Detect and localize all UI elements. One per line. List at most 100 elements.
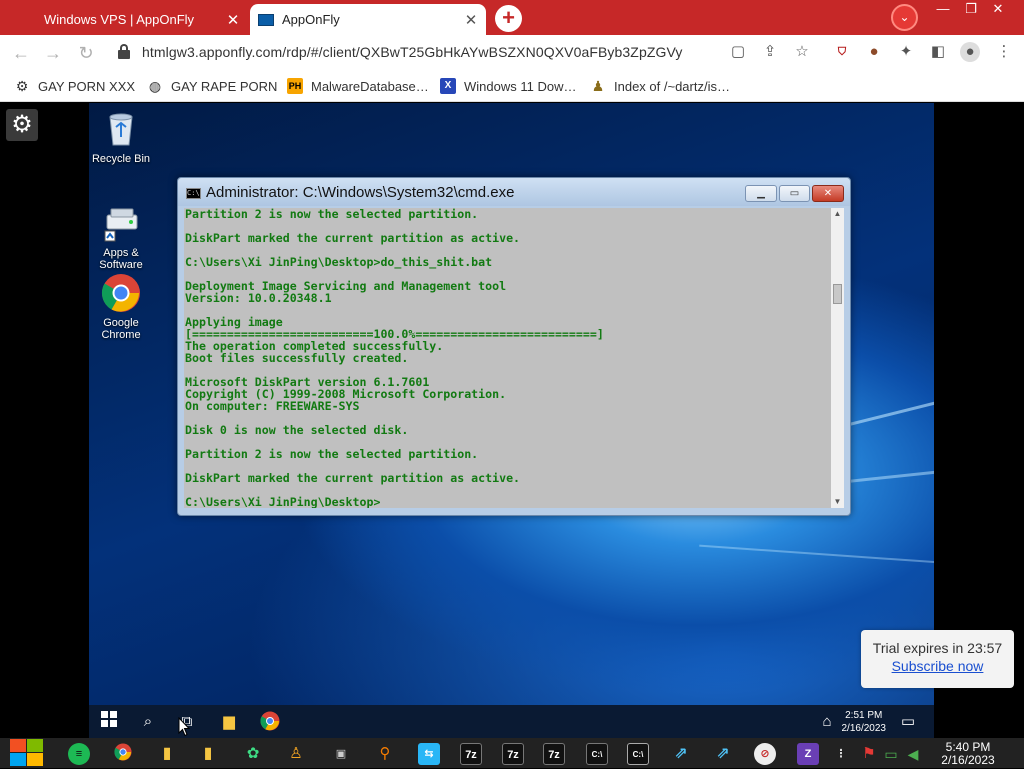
app-arrow-icon[interactable]: ⇗ <box>670 743 692 765</box>
browser-toolbar: ← → ↻ htmlgw3.apponfly.com/rdp/#/client/… <box>0 35 1024 70</box>
forward-arrow-icon[interactable]: → <box>42 42 64 64</box>
recycle-bin-icon <box>101 109 141 149</box>
file-explorer-icon[interactable]: ▆ <box>218 711 240 733</box>
bookmark-star-icon[interactable]: ☆ <box>792 42 812 62</box>
bookmark-item[interactable]: PH MalwareDatabase… <box>287 77 429 95</box>
gear-icon[interactable]: ⚙ <box>6 109 38 141</box>
folder-icon[interactable]: ▮ <box>156 743 178 765</box>
tab-search-chevron-icon[interactable]: ⌄ <box>891 4 918 31</box>
browser-tab-strip: Windows VPS | AppOnFly ✕ AppOnFly ✕ + ⌄ … <box>0 0 1024 35</box>
ph-icon: PH <box>287 78 303 94</box>
search-tool-icon[interactable]: ⚲ <box>374 743 396 765</box>
bookmark-item[interactable]: ♟ Index of /~dartz/is… <box>590 77 730 95</box>
menu-kebab-icon[interactable]: ⋮ <box>994 42 1014 62</box>
ublock-icon[interactable]: ⛉ <box>832 42 852 62</box>
close-window-button[interactable]: ✕ <box>982 0 1014 18</box>
folder-icon[interactable]: ▮ <box>197 743 219 765</box>
windows-start-icon[interactable] <box>98 711 120 733</box>
notifications-icon[interactable]: ▭ <box>897 711 919 733</box>
close-tab-icon[interactable]: ✕ <box>224 11 242 29</box>
scrollbar-thumb[interactable] <box>833 284 842 304</box>
cmd-titlebar[interactable]: C:\ Administrator: C:\Windows\System32\c… <box>178 178 850 206</box>
bookmark-item[interactable]: ⚙ GAY PORN XXX <box>14 77 135 95</box>
desktop-icon-apps-software[interactable]: Apps & Software <box>89 203 153 271</box>
bookmark-label: Index of /~dartz/is… <box>614 78 730 94</box>
search-icon[interactable]: ⌕ <box>137 711 159 733</box>
bookmark-item[interactable]: X Windows 11 Dow… <box>440 77 576 95</box>
console-line: C:\Users\Xi JinPing\Desktop>do_this_shit… <box>185 255 493 269</box>
remote-taskbar: ⌕ ⧉ ▆ ⌂ 2:51 PM 2/16/2023 ▭ <box>89 705 934 738</box>
lock-icon[interactable] <box>118 44 130 60</box>
computer-icon[interactable]: ▣ <box>330 743 352 765</box>
tab-apponfly[interactable]: AppOnFly ✕ <box>250 4 486 35</box>
host-clock[interactable]: 5:40 PM 2/16/2023 <box>938 741 998 767</box>
network-monitor-icon[interactable]: ▭ <box>880 743 902 765</box>
chrome-icon <box>101 273 141 313</box>
close-button[interactable]: ✕ <box>812 185 844 202</box>
url-text[interactable]: htmlgw3.apponfly.com/rdp/#/client/QXBwT2… <box>142 44 683 60</box>
console-line: C:\Users\Xi JinPing\Desktop> <box>185 495 381 508</box>
console-line: On computer: FREEWARE-SYS <box>185 399 360 413</box>
app-blue-icon[interactable]: ⇆ <box>418 743 440 765</box>
extension-avatar-icon[interactable]: ● <box>864 42 884 62</box>
network-icon[interactable]: ⌂ <box>816 711 838 733</box>
desktop-icon-label: Recycle Bin <box>91 153 151 165</box>
console-line: DiskPart marked the current partition as… <box>185 231 521 245</box>
chrome-taskbar-icon[interactable] <box>259 711 281 733</box>
remote-clock[interactable]: 2:51 PM 2/16/2023 <box>842 709 887 735</box>
scroll-down-icon[interactable]: ▼ <box>831 496 844 508</box>
app-user-icon[interactable]: ♙ <box>285 743 307 765</box>
person-icon: ♟ <box>591 78 605 94</box>
console-output[interactable]: Partition 2 is now the selected partitio… <box>184 208 831 508</box>
minimize-button[interactable]: ▁ <box>745 185 777 202</box>
7zip-icon[interactable]: 7z <box>543 743 565 765</box>
tab-windows-vps[interactable]: Windows VPS | AppOnFly ✕ <box>8 4 248 35</box>
scroll-up-icon[interactable]: ▲ <box>831 208 844 220</box>
tab-label: AppOnFly <box>282 12 340 27</box>
bookmark-label: GAY PORN XXX <box>38 78 136 94</box>
desktop-icon-label: Apps & Software <box>99 247 143 271</box>
desktop-icon-recycle-bin[interactable]: Recycle Bin <box>89 109 153 165</box>
bookmark-label: MalwareDatabase… <box>311 78 429 94</box>
share-icon[interactable]: ⇪ <box>760 42 780 62</box>
console-scrollbar[interactable]: ▲ ▼ <box>831 208 844 508</box>
extensions-puzzle-icon[interactable]: ✦ <box>896 42 916 62</box>
flag-icon[interactable]: ⚑ <box>858 743 880 765</box>
cmd-icon: C:\ <box>186 188 201 199</box>
side-panel-icon[interactable]: ◧ <box>928 42 948 62</box>
cmd-window[interactable]: C:\ Administrator: C:\Windows\System32\c… <box>177 177 851 516</box>
cmd-taskbar-icon[interactable]: C:\ <box>586 743 608 765</box>
windows-logo-start-icon[interactable] <box>10 738 44 768</box>
app-green-icon[interactable]: ✿ <box>242 743 264 765</box>
host-taskbar: ≡ ▮ ▮ ✿ ♙ ▣ ⚲ ⇆ 7z 7z 7z C:\ C:\ ⇗ ⇗ ⊘ Z… <box>0 738 1024 768</box>
7zip-icon[interactable]: 7z <box>460 743 482 765</box>
subscribe-link[interactable]: Subscribe now <box>861 658 1014 674</box>
remote-time: 2:51 PM <box>845 710 883 721</box>
desktop-icon-google-chrome[interactable]: Google Chrome <box>89 273 153 341</box>
console-line: Boot files successfully created. <box>185 351 409 365</box>
profile-avatar-icon[interactable]: ● <box>960 42 980 62</box>
z-app-icon[interactable]: Z <box>797 743 819 765</box>
bookmark-label: Windows 11 Dow… <box>464 78 577 94</box>
remote-date: 2/16/2023 <box>841 723 887 734</box>
new-tab-button[interactable]: + <box>495 5 522 32</box>
console-line: Disk 0 is now the selected disk. <box>185 423 409 437</box>
volume-icon[interactable]: ◀ <box>902 743 924 765</box>
x-icon: X <box>440 78 456 94</box>
close-tab-icon[interactable]: ✕ <box>462 11 480 29</box>
spotify-icon[interactable]: ≡ <box>68 743 90 765</box>
blocked-icon[interactable]: ⊘ <box>754 743 776 765</box>
reload-icon[interactable]: ↻ <box>75 42 97 64</box>
bookmark-item[interactable]: ◍ GAY RAPE PORN <box>147 77 278 95</box>
console-line: DiskPart marked the current partition as… <box>185 471 521 485</box>
back-arrow-icon[interactable]: ← <box>10 42 32 64</box>
address-bar[interactable]: htmlgw3.apponfly.com/rdp/#/client/QXBwT2… <box>108 38 828 67</box>
globe-icon: ◍ <box>148 78 162 94</box>
cmd-taskbar-icon[interactable]: C:\ <box>627 743 649 765</box>
more-icon[interactable]: ⋮ <box>834 743 848 765</box>
7zip-icon[interactable]: 7z <box>502 743 524 765</box>
maximize-button[interactable]: ▭ <box>779 185 810 202</box>
clipboard-icon[interactable]: ▢ <box>728 42 748 62</box>
app-arrow-icon[interactable]: ⇗ <box>712 743 734 765</box>
chrome-taskbar-icon[interactable] <box>112 743 134 765</box>
